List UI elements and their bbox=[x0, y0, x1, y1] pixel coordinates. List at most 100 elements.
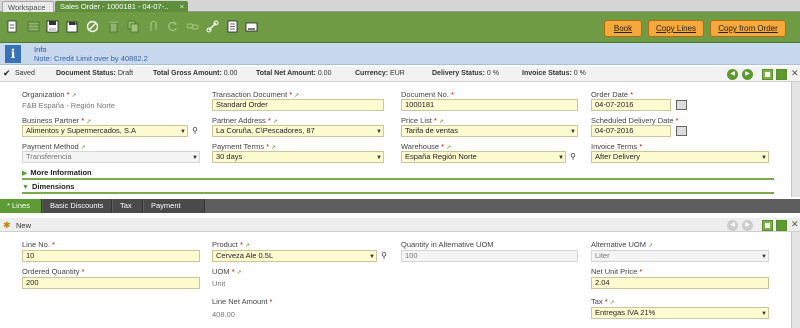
tax-label-text: Tax bbox=[591, 297, 603, 306]
dropdown-arrow-icon[interactable]: ▼ bbox=[376, 127, 382, 136]
link-icon: ➚ bbox=[244, 243, 250, 249]
lines-scrollbar[interactable] bbox=[791, 232, 800, 328]
tab-payment-plan[interactable]: Payment Plan bbox=[144, 199, 205, 224]
warehouse-value: España Región Norte bbox=[405, 152, 477, 161]
dropdown-arrow-icon[interactable]: ▼ bbox=[761, 252, 767, 261]
lines-status-bar: ✱ New ◀ ▶ ✕ bbox=[0, 218, 800, 232]
order-date-field[interactable]: 04-07-2016 bbox=[591, 99, 671, 111]
required-marker: * bbox=[66, 90, 70, 99]
alt-uom-label: Alternative UOM ➚ bbox=[591, 240, 653, 249]
dropdown-arrow-icon[interactable]: ▼ bbox=[761, 309, 767, 318]
calendar-icon[interactable] bbox=[676, 126, 687, 136]
book-button[interactable]: Book bbox=[604, 20, 642, 37]
dropdown-arrow-icon[interactable]: ▼ bbox=[192, 153, 198, 162]
close-form-icon[interactable]: ✕ bbox=[791, 219, 799, 230]
close-tab-icon[interactable]: × bbox=[180, 1, 184, 12]
document-no-field[interactable]: 1000181 bbox=[401, 99, 578, 111]
partner-address-field[interactable]: La Coruña, C\Pescadores, 87 ▼ bbox=[212, 125, 384, 137]
search-icon[interactable]: ⚲ bbox=[567, 151, 579, 163]
transaction-document-field[interactable]: Standard Order bbox=[212, 99, 384, 111]
required-marker: * bbox=[604, 297, 608, 306]
close-form-icon[interactable]: ✕ bbox=[791, 68, 799, 79]
ordered-qty-field[interactable]: 200 bbox=[22, 277, 200, 289]
document-status: Document Status: Draft bbox=[56, 70, 133, 77]
tax-field[interactable]: Entregas IVA 21% ▼ bbox=[591, 307, 769, 319]
info-message: i Info Note: Credit Limit over by 40882.… bbox=[0, 43, 800, 65]
copy-from-order-button[interactable]: Copy from Order bbox=[710, 20, 786, 37]
tab-workspace-label: Workspace bbox=[8, 3, 46, 12]
link-icon: ➚ bbox=[609, 300, 615, 306]
search-icon[interactable]: ⚲ bbox=[378, 250, 390, 262]
invoice-terms-field[interactable]: After Delivery ▼ bbox=[591, 151, 769, 163]
document-status-value: Draft bbox=[117, 70, 134, 77]
link-icon[interactable] bbox=[185, 19, 200, 34]
tab-lines[interactable]: * Lines bbox=[0, 199, 42, 213]
business-partner-label: Business Partner * ➚ bbox=[22, 116, 91, 125]
qty-alt-uom-field[interactable]: 100 bbox=[401, 250, 578, 262]
more-information-section[interactable]: ▶ More Information bbox=[22, 168, 92, 177]
scheduled-delivery-field[interactable]: 04-07-2016 bbox=[591, 125, 671, 137]
currency: Currency: EUR bbox=[355, 70, 405, 77]
maximize-icon[interactable] bbox=[776, 69, 787, 80]
business-partner-field[interactable]: Alimentos y Supermercados, S.A ▼ bbox=[22, 125, 188, 137]
warehouse-field[interactable]: España Región Norte ▼ bbox=[401, 151, 566, 163]
search-icon[interactable]: ⚲ bbox=[189, 125, 201, 137]
required-marker: * bbox=[441, 142, 445, 151]
tab-basic-discounts[interactable]: Basic Discounts bbox=[43, 199, 112, 213]
dropdown-arrow-icon[interactable]: ▼ bbox=[761, 153, 767, 162]
price-list-value: Tarifa de ventas bbox=[405, 126, 458, 135]
save-close-icon[interactable]: × bbox=[65, 19, 80, 34]
required-marker: * bbox=[289, 90, 293, 99]
dropdown-arrow-icon[interactable]: ▼ bbox=[369, 252, 375, 261]
dropdown-arrow-icon[interactable]: ▼ bbox=[376, 153, 382, 162]
price-list-field[interactable]: Tarifa de ventas ▼ bbox=[401, 125, 578, 137]
total-net-value: 0.00 bbox=[317, 70, 332, 77]
payment-terms-field[interactable]: 30 days ▼ bbox=[212, 151, 384, 163]
total-gross-value: 0.00 bbox=[223, 70, 238, 77]
required-marker: * bbox=[266, 142, 269, 151]
report-icon[interactable] bbox=[225, 19, 240, 34]
link-alt-icon[interactable] bbox=[205, 19, 220, 34]
print-icon[interactable] bbox=[244, 19, 259, 34]
link-icon: ➚ bbox=[71, 93, 77, 99]
line-no-field[interactable]: 10 bbox=[22, 250, 200, 262]
dropdown-arrow-icon[interactable]: ▼ bbox=[180, 127, 186, 136]
tab-workspace[interactable]: Workspace bbox=[2, 1, 54, 12]
dropdown-arrow-icon[interactable]: ▼ bbox=[570, 127, 576, 136]
tab-tax[interactable]: Tax bbox=[113, 199, 143, 213]
previous-record-icon[interactable]: ◀ bbox=[727, 69, 738, 80]
product-field[interactable]: Cerveza Ale 0.5L ▼ bbox=[212, 250, 377, 262]
net-unit-price-field[interactable]: 2.04 bbox=[591, 277, 769, 289]
dimensions-section[interactable]: ▼ Dimensions bbox=[22, 182, 74, 191]
previous-line-icon[interactable]: ◀ bbox=[727, 220, 738, 231]
organization-label-text: Organization bbox=[22, 90, 65, 99]
alt-uom-field[interactable]: Liter ▼ bbox=[591, 250, 769, 262]
delete-icon[interactable] bbox=[106, 19, 121, 34]
line-no-label-text: Line No. bbox=[22, 240, 50, 249]
saved-status: Saved bbox=[15, 70, 35, 77]
total-gross-label: Total Gross Amount: bbox=[153, 70, 222, 77]
grid-view-icon[interactable] bbox=[26, 19, 41, 34]
copy-icon[interactable] bbox=[126, 19, 141, 34]
form-view-icon[interactable] bbox=[762, 220, 773, 231]
refresh-icon[interactable] bbox=[165, 19, 180, 34]
maximize-icon[interactable] bbox=[776, 220, 787, 231]
link-icon: ➚ bbox=[648, 243, 654, 249]
total-gross: Total Gross Amount: 0.00 bbox=[153, 70, 237, 77]
copy-lines-button[interactable]: Copy Lines bbox=[648, 20, 704, 37]
invoice-terms-label-text: Invoice Terms bbox=[591, 142, 638, 151]
required-marker: * bbox=[433, 116, 437, 125]
cancel-icon[interactable] bbox=[85, 19, 100, 34]
payment-method-field[interactable]: Transferencia ▼ bbox=[22, 151, 200, 163]
save-icon[interactable] bbox=[45, 19, 60, 34]
calendar-icon[interactable] bbox=[676, 100, 687, 110]
header-scrollbar[interactable] bbox=[791, 82, 800, 197]
next-line-icon[interactable]: ▶ bbox=[742, 220, 753, 231]
next-record-icon[interactable]: ▶ bbox=[742, 69, 753, 80]
price-list-label: Price List * ➚ bbox=[401, 116, 444, 125]
form-view-icon[interactable] bbox=[762, 69, 773, 80]
dropdown-arrow-icon[interactable]: ▼ bbox=[558, 153, 564, 162]
new-document-icon[interactable] bbox=[5, 19, 20, 34]
tab-sales-order[interactable]: Sales Order - 1000181 - 04-07-... × bbox=[55, 1, 188, 12]
attachment-icon[interactable] bbox=[146, 19, 161, 34]
